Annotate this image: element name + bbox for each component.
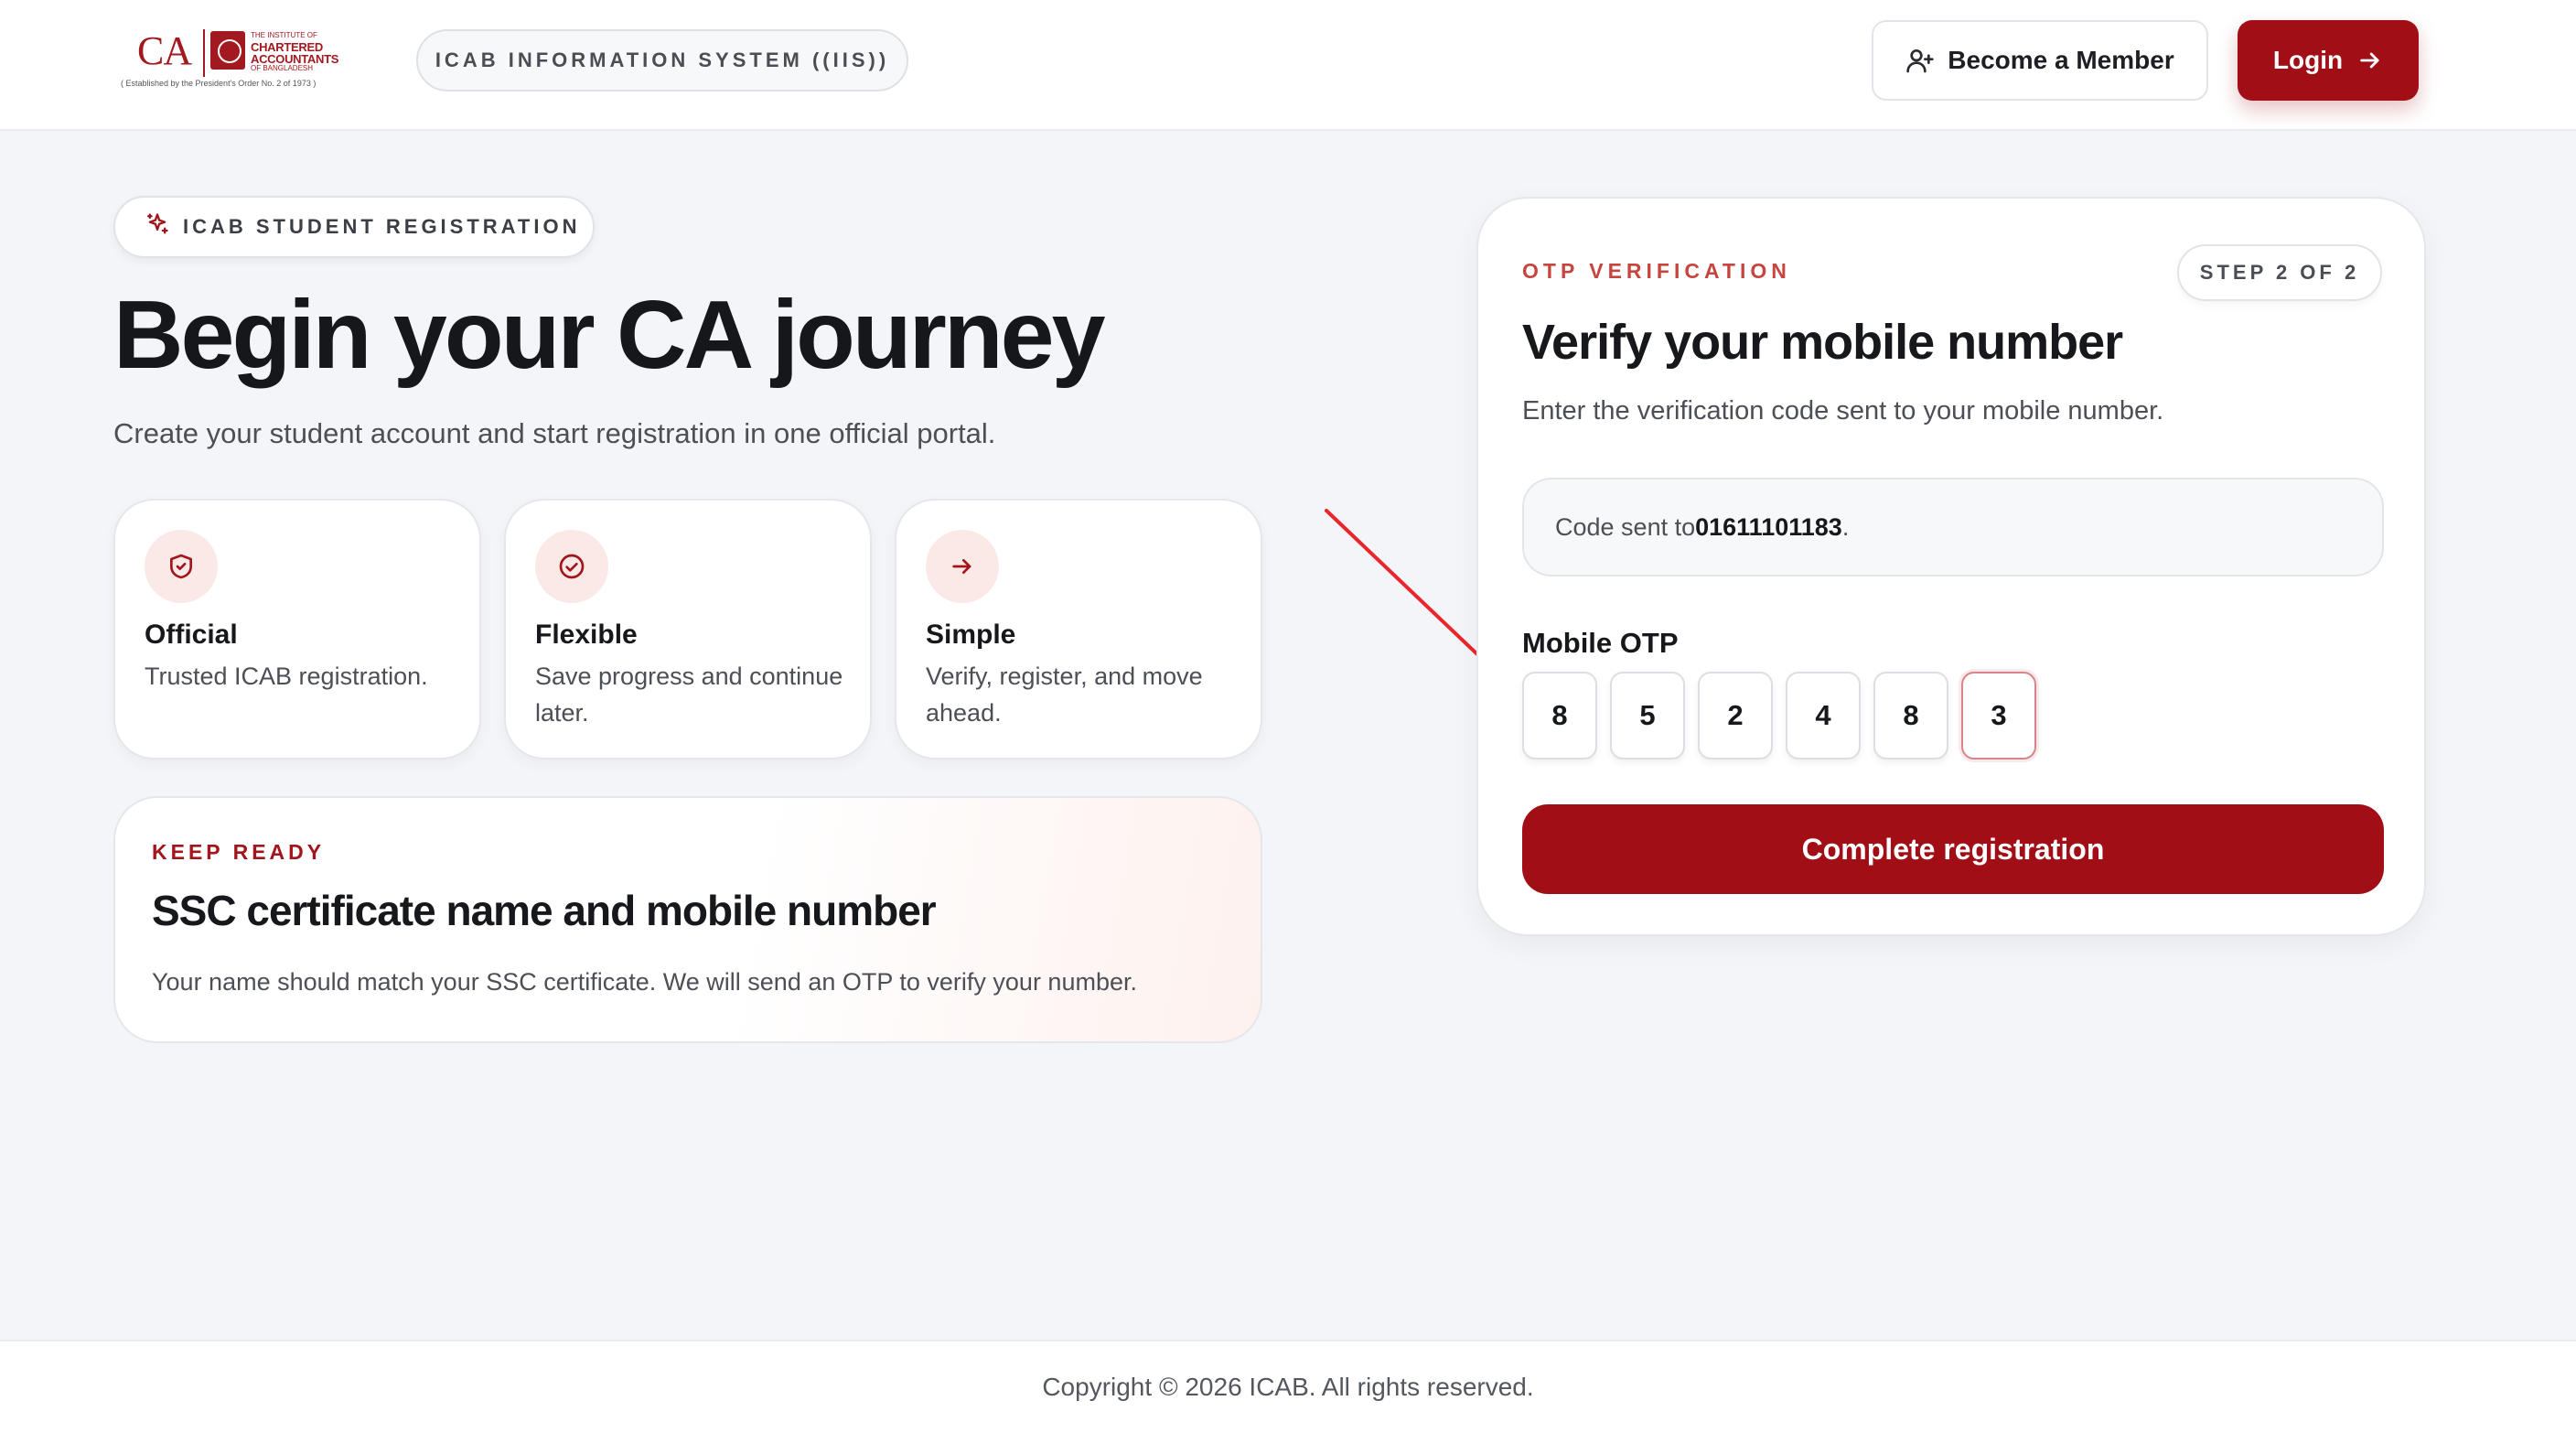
- check-circle-icon: [535, 530, 608, 603]
- otp-digit-3[interactable]: 2: [1698, 672, 1773, 760]
- phone-number: 01611101183: [1695, 512, 1842, 541]
- logo-line-1: THE INSTITUTE OF: [251, 31, 317, 39]
- otp-input-group: 8 5 2 4 8 3: [1522, 672, 2036, 760]
- feature-title: Flexible: [535, 620, 638, 650]
- keep-ready-title: SSC certificate name and mobile number: [152, 887, 937, 934]
- copyright-text: Copyright © 2026 ICAB. All rights reserv…: [1042, 1373, 1534, 1401]
- feature-card-official: Official Trusted ICAB registration.: [113, 499, 481, 760]
- otp-digit-4[interactable]: 4: [1786, 672, 1861, 760]
- footer: Copyright © 2026 ICAB. All rights reserv…: [0, 1340, 2576, 1433]
- registration-badge: ICAB STUDENT REGISTRATION: [113, 196, 595, 258]
- keep-ready-kicker: KEEP READY: [152, 840, 326, 864]
- arrow-right-icon: [2357, 48, 2383, 73]
- arrow-right-icon: [926, 530, 999, 603]
- code-sent-notice: Code sent to 01611101183.: [1522, 478, 2384, 576]
- become-member-label: Become a Member: [1948, 46, 2174, 74]
- user-plus-icon: [1905, 46, 1935, 75]
- top-header: CA THE INSTITUTE OF CHARTERED ACCOUNTANT…: [0, 0, 2576, 131]
- otp-subtitle: Enter the verification code sent to your…: [1522, 396, 2164, 426]
- otp-digit-2[interactable]: 5: [1610, 672, 1685, 760]
- logo-mark: CA: [137, 28, 192, 73]
- logo-tagline: ( Established by the President's Order N…: [121, 79, 317, 88]
- otp-kicker: OTP VERIFICATION: [1522, 259, 1791, 283]
- icab-logo[interactable]: CA THE INSTITUTE OF CHARTERED ACCOUNTANT…: [117, 24, 346, 97]
- keep-ready-description: Your name should match your SSC certific…: [152, 968, 1137, 996]
- sparkle-icon: [145, 211, 170, 242]
- feature-card-simple: Simple Verify, register, and move ahead.: [895, 499, 1262, 760]
- system-name-pill: ICAB INFORMATION SYSTEM ((IIS)): [416, 29, 908, 92]
- page-title: Begin your CA journey: [113, 281, 1106, 389]
- otp-digit-1[interactable]: 8: [1522, 672, 1597, 760]
- code-sent-prefix: Code sent to: [1555, 512, 1696, 541]
- step-indicator: STEP 2 OF 2: [2177, 244, 2382, 301]
- otp-digit-5[interactable]: 8: [1873, 672, 1948, 760]
- logo-seal-icon: [210, 31, 245, 70]
- otp-field-label: Mobile OTP: [1522, 627, 1679, 659]
- code-sent-suffix: .: [1841, 512, 1850, 541]
- otp-digit-6[interactable]: 3: [1961, 672, 2036, 760]
- login-button[interactable]: Login: [2238, 20, 2419, 101]
- logo-divider: [203, 29, 205, 77]
- logo-line-4: OF BANGLADESH: [251, 64, 314, 72]
- shield-icon: [145, 530, 218, 603]
- page-subtitle: Create your student account and start re…: [113, 417, 996, 449]
- complete-registration-button[interactable]: Complete registration: [1522, 804, 2384, 894]
- feature-description: Verify, register, and move ahead.: [926, 663, 1203, 727]
- otp-title: Verify your mobile number: [1522, 315, 2123, 370]
- feature-title: Official: [145, 620, 238, 650]
- become-member-button[interactable]: Become a Member: [1872, 20, 2208, 101]
- login-label: Login: [2272, 46, 2344, 74]
- registration-badge-label: ICAB STUDENT REGISTRATION: [183, 215, 581, 238]
- page-background: [0, 1089, 2576, 1340]
- feature-title: Simple: [926, 620, 1016, 650]
- feature-description: Trusted ICAB registration.: [145, 663, 428, 690]
- keep-ready-card: KEEP READY SSC certificate name and mobi…: [113, 796, 1262, 1043]
- feature-description: Save progress and continue later.: [535, 663, 843, 727]
- otp-verification-card: OTP VERIFICATION STEP 2 OF 2 Verify your…: [1476, 197, 2426, 936]
- feature-card-flexible: Flexible Save progress and continue late…: [504, 499, 872, 760]
